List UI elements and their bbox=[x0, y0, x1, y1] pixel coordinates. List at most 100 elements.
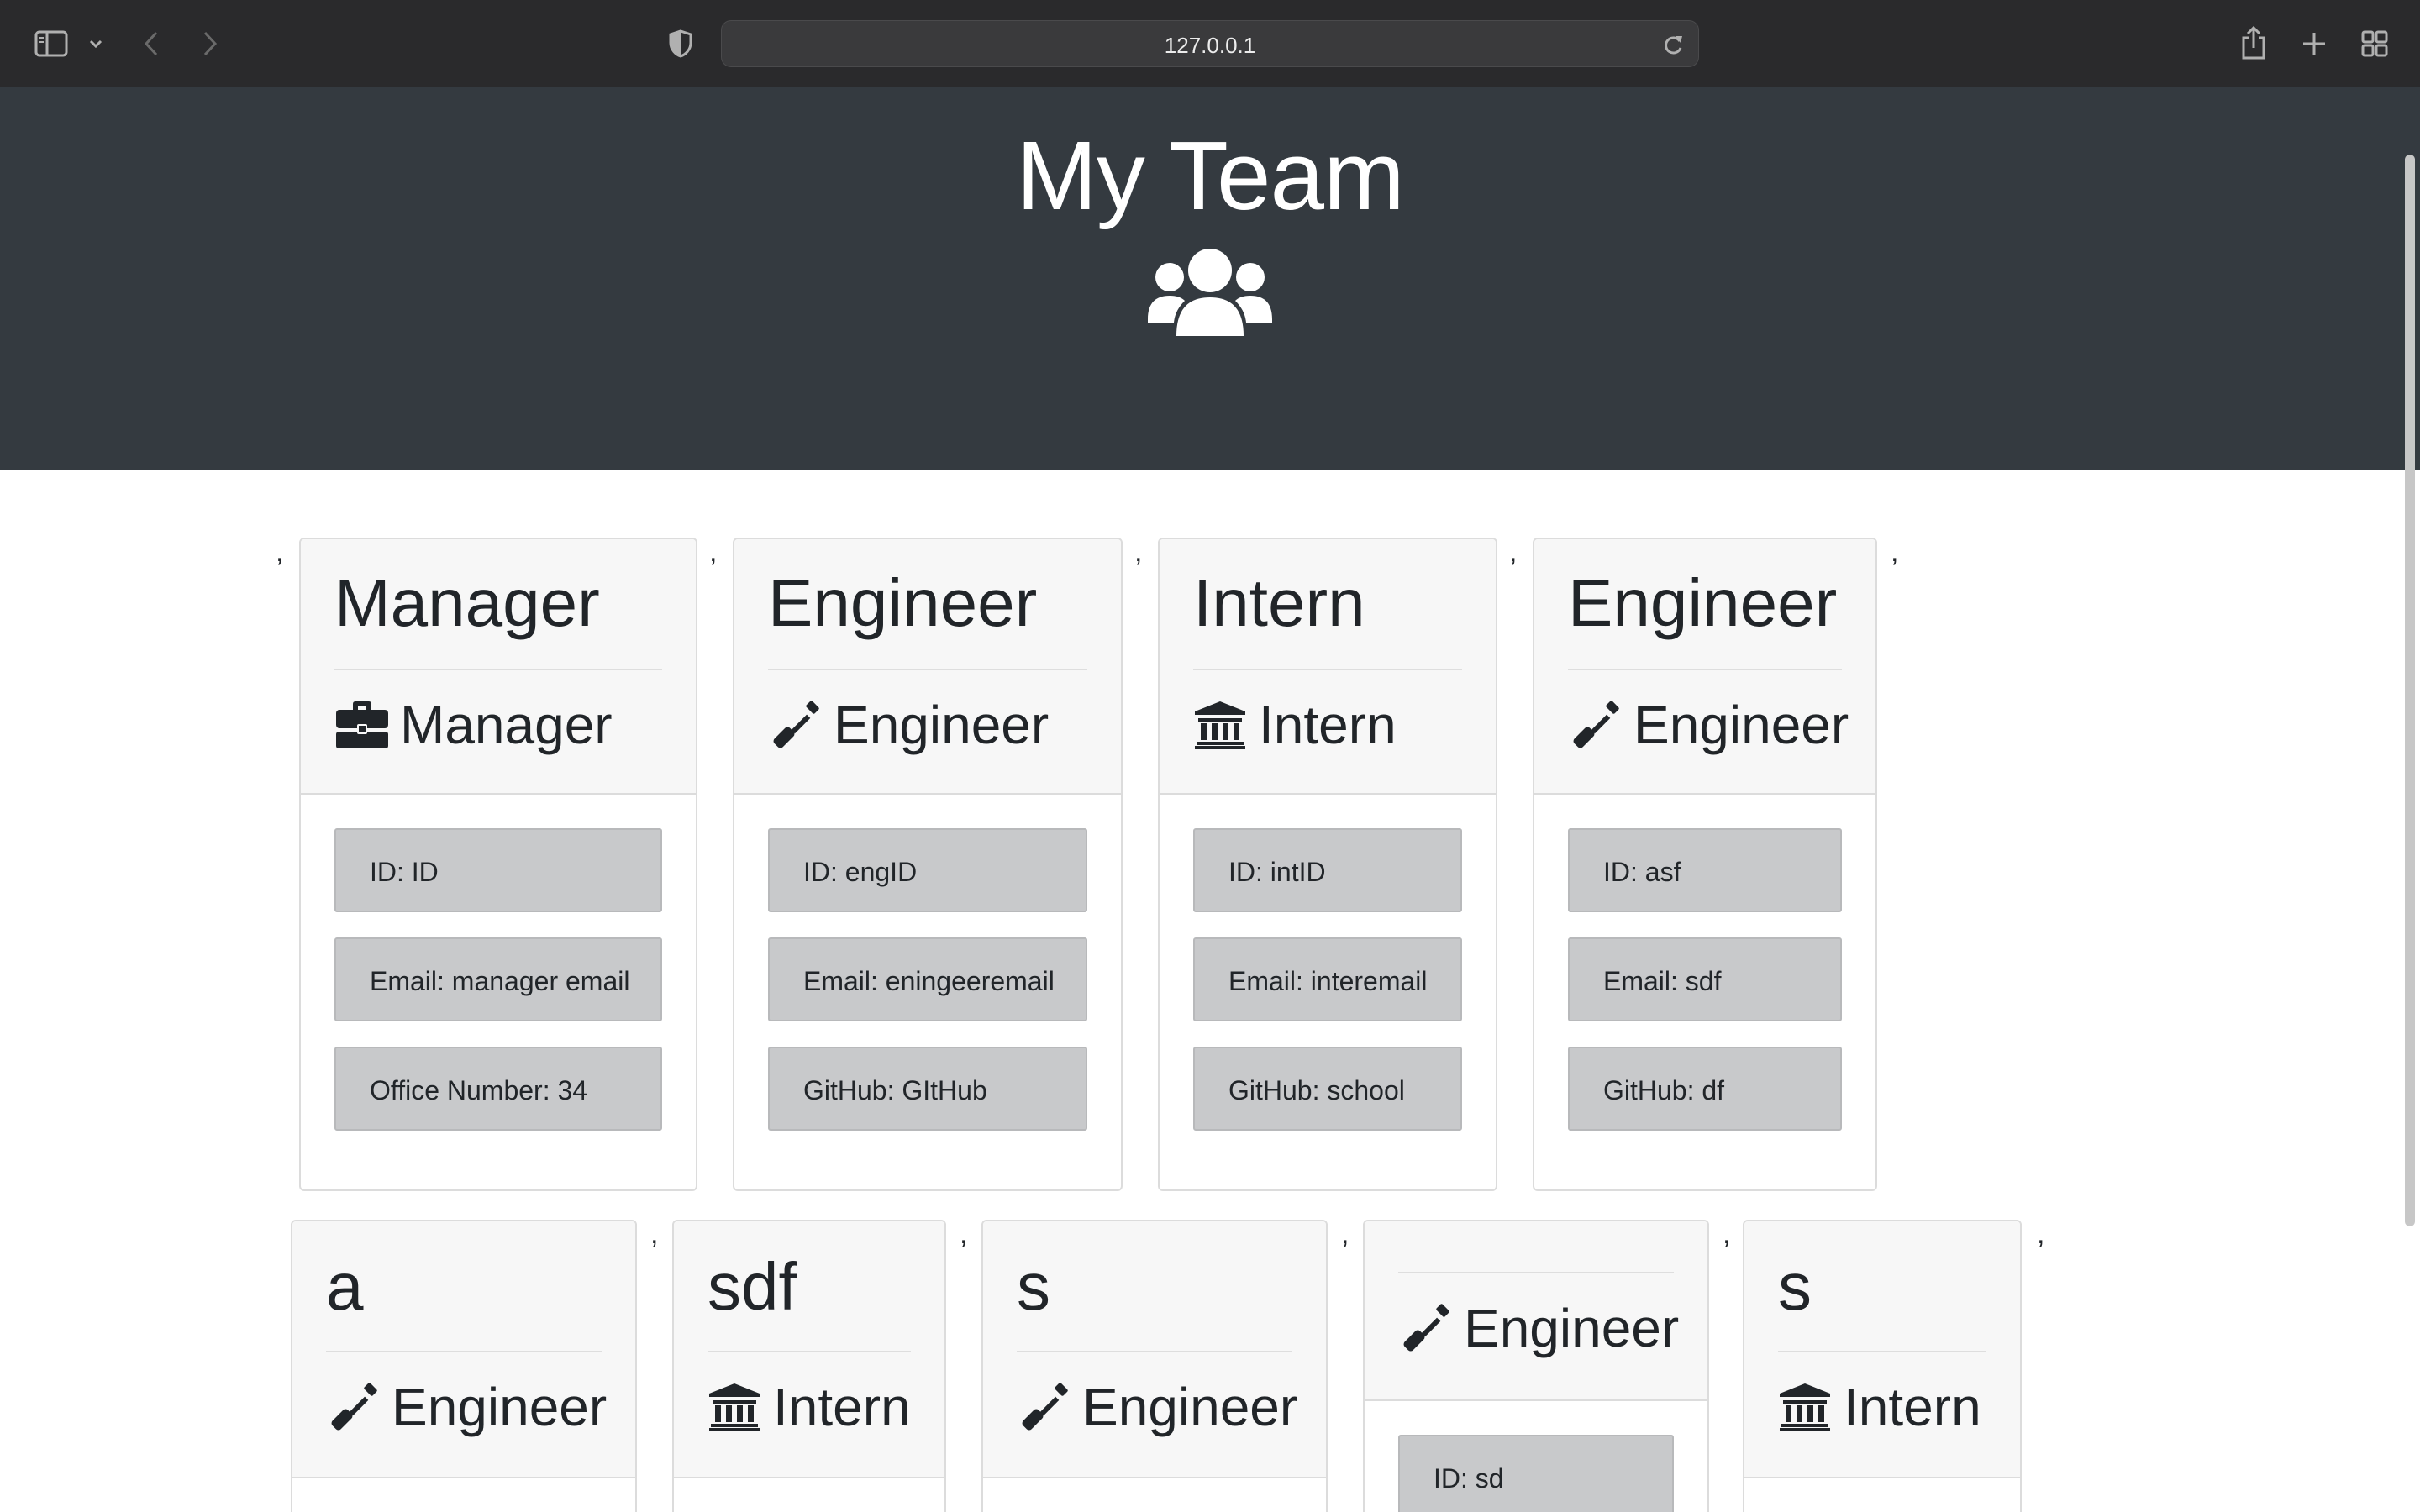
employee-role: Engineer bbox=[1017, 1376, 1297, 1438]
card-header: Engineer Engineer bbox=[734, 539, 1121, 795]
address-bar[interactable]: 127.0.0.1 bbox=[721, 20, 1699, 67]
chevron-down-icon[interactable] bbox=[84, 32, 108, 55]
role-label: Engineer bbox=[1464, 1298, 1680, 1358]
id-text: ID: asf bbox=[1603, 857, 1681, 887]
github-link[interactable]: GitHub: df bbox=[1603, 1075, 1724, 1106]
team-header: My Team bbox=[0, 87, 2420, 470]
page-content: My Team , , , , , , , , , , Manager Mana… bbox=[0, 87, 2420, 1512]
employee-name: s bbox=[1017, 1249, 1050, 1324]
role-label: Intern bbox=[1259, 695, 1397, 755]
employee-card-intern: Intern Intern ID: intID Email: interemai… bbox=[1158, 538, 1497, 1191]
employee-role: Engineer bbox=[1568, 694, 1849, 756]
role-label: Engineer bbox=[834, 695, 1050, 755]
employee-name: s bbox=[1778, 1249, 1812, 1324]
office-number-text: Office Number: 34 bbox=[370, 1075, 588, 1105]
separator: , bbox=[1891, 536, 1899, 568]
sidebar-icon[interactable] bbox=[30, 25, 72, 62]
id-field: ID: ID bbox=[334, 828, 662, 912]
school-text: GitHub: school bbox=[1228, 1075, 1405, 1105]
university-icon bbox=[708, 1379, 763, 1435]
email-field: Email: manager email bbox=[334, 937, 662, 1021]
university-icon bbox=[1778, 1379, 1833, 1435]
users-icon bbox=[1148, 247, 1272, 339]
separator: , bbox=[650, 1218, 659, 1250]
email-field: Email: eningeeremail bbox=[768, 937, 1087, 1021]
employee-role: Engineer bbox=[326, 1376, 607, 1438]
github-link[interactable]: GitHub: GItHub bbox=[803, 1075, 987, 1106]
separator: , bbox=[276, 536, 284, 568]
employee-name: Engineer bbox=[768, 565, 1038, 640]
card-header: Intern Intern bbox=[1160, 539, 1496, 795]
id-field: ID: sd bbox=[1398, 1435, 1674, 1512]
employee-card-engineer: Engineer ID: sd bbox=[1363, 1220, 1709, 1512]
page-title: My Team bbox=[1016, 121, 1404, 230]
office-number-field: Office Number: 34 bbox=[334, 1047, 662, 1131]
role-label: Engineer bbox=[392, 1377, 608, 1437]
employee-card-intern: s Intern bbox=[1743, 1220, 2022, 1512]
employee-name: Manager bbox=[334, 565, 600, 640]
employee-name: Intern bbox=[1193, 565, 1365, 640]
role-label: Engineer bbox=[1082, 1377, 1298, 1437]
github-field: GitHub: GItHub bbox=[768, 1047, 1087, 1131]
employee-role: Engineer bbox=[768, 694, 1049, 756]
header-divider bbox=[1398, 1272, 1674, 1273]
email-field: Email: interemail bbox=[1193, 937, 1462, 1021]
employee-role: Intern bbox=[1193, 694, 1397, 756]
employee-role: Manager bbox=[334, 694, 613, 756]
card-header: Manager Manager bbox=[301, 539, 696, 795]
card-header: Engineer bbox=[1365, 1221, 1707, 1401]
separator: , bbox=[960, 1218, 968, 1250]
employee-role: Intern bbox=[708, 1376, 911, 1438]
email-link[interactable]: Email: manager email bbox=[370, 966, 629, 997]
header-divider bbox=[708, 1351, 911, 1352]
id-field: ID: asf bbox=[1568, 828, 1842, 912]
id-text: ID: engID bbox=[803, 857, 918, 887]
header-divider bbox=[1778, 1351, 1986, 1352]
browser-toolbar: 127.0.0.1 bbox=[0, 0, 2420, 87]
role-label: Intern bbox=[773, 1377, 911, 1437]
card-header: s Engineer bbox=[983, 1221, 1326, 1478]
forward-arrow-icon[interactable] bbox=[193, 25, 227, 62]
employee-card-engineer: a Engineer bbox=[291, 1220, 637, 1512]
new-tab-icon[interactable] bbox=[2296, 25, 2333, 62]
card-header: sdf Intern bbox=[674, 1221, 944, 1478]
employee-role: Intern bbox=[1778, 1376, 1981, 1438]
employee-card-intern: sdf Intern bbox=[672, 1220, 946, 1512]
employee-name: a bbox=[326, 1249, 364, 1324]
screwdriver-icon bbox=[326, 1379, 381, 1435]
screwdriver-icon bbox=[1017, 1379, 1072, 1435]
email-link[interactable]: Email: sdf bbox=[1603, 966, 1721, 997]
university-icon bbox=[1193, 697, 1249, 753]
separator: , bbox=[1723, 1218, 1731, 1250]
separator: , bbox=[1341, 1218, 1349, 1250]
separator: , bbox=[2037, 1218, 2045, 1250]
separator: , bbox=[1134, 536, 1143, 568]
back-arrow-icon[interactable] bbox=[134, 25, 168, 62]
employee-role: Engineer bbox=[1398, 1297, 1679, 1359]
email-link[interactable]: Email: eningeeremail bbox=[803, 966, 1055, 997]
header-divider bbox=[326, 1351, 602, 1352]
share-icon[interactable] bbox=[2235, 22, 2272, 64]
card-header: Engineer Engineer bbox=[1534, 539, 1876, 795]
screwdriver-icon bbox=[1568, 697, 1623, 753]
school-field: GitHub: school bbox=[1193, 1047, 1462, 1131]
reload-icon[interactable] bbox=[1660, 31, 1686, 58]
briefcase-icon bbox=[334, 697, 390, 753]
role-label: Manager bbox=[400, 695, 613, 755]
screwdriver-icon bbox=[1398, 1300, 1454, 1356]
employee-card-engineer: Engineer Engineer ID: engID Email: ening… bbox=[733, 538, 1123, 1191]
header-divider bbox=[1193, 669, 1462, 670]
page-scrollbar[interactable] bbox=[2405, 155, 2415, 1226]
employee-card-engineer: s Engineer bbox=[981, 1220, 1328, 1512]
id-field: ID: intID bbox=[1193, 828, 1462, 912]
shield-icon[interactable] bbox=[664, 25, 697, 62]
role-label: Engineer bbox=[1634, 695, 1849, 755]
email-link[interactable]: Email: interemail bbox=[1228, 966, 1428, 997]
screwdriver-icon bbox=[768, 697, 823, 753]
separator: , bbox=[709, 536, 718, 568]
card-header: s Intern bbox=[1744, 1221, 2020, 1478]
card-header: a Engineer bbox=[292, 1221, 635, 1478]
employee-name: Engineer bbox=[1568, 565, 1838, 640]
tab-overview-icon[interactable] bbox=[2356, 25, 2393, 62]
header-divider bbox=[768, 669, 1087, 670]
